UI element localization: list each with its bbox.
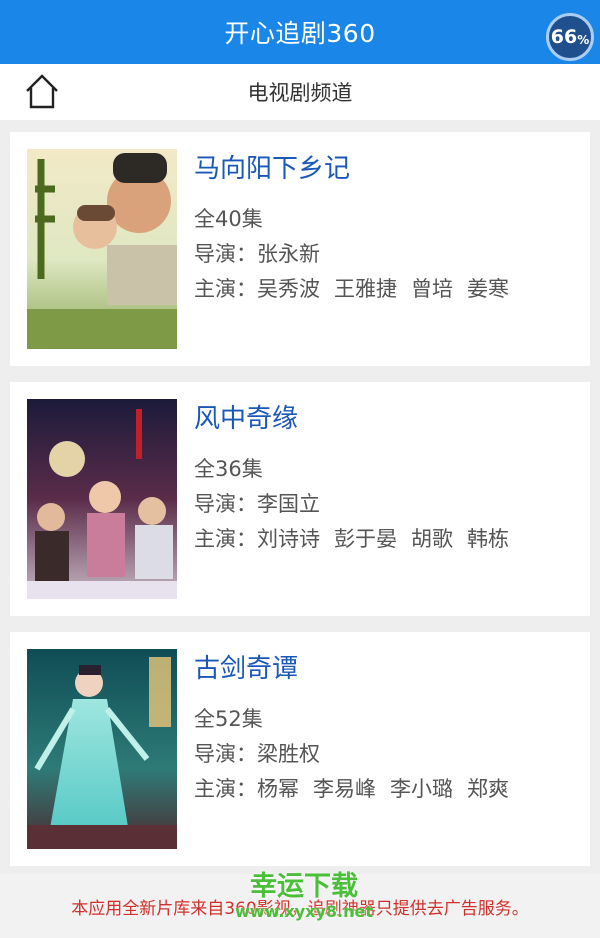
episode-count: 全52集 (194, 707, 263, 731)
show-card[interactable]: 风中奇缘 全36集 导演：李国立 主演：刘诗诗 彭于晏 胡歌 韩栋 (10, 382, 590, 616)
show-title[interactable]: 风中奇缘 (194, 402, 570, 436)
cast-member: 郑爽 (467, 777, 509, 801)
director-line: 导演：梁胜权 (194, 737, 570, 772)
cast-member: 王雅捷 (334, 277, 397, 301)
poster-image (27, 399, 177, 599)
show-title[interactable]: 古剑奇谭 (194, 652, 570, 686)
show-poster[interactable] (27, 399, 177, 599)
cast-member: 刘诗诗 (257, 527, 320, 551)
director-line: 导演：张永新 (194, 237, 570, 272)
cast-line: 主演：吴秀波 王雅捷 曾培 姜寒 (194, 272, 570, 307)
app-header-bar: 开心追剧360 66% (0, 0, 600, 64)
director-name: 梁胜权 (257, 742, 320, 766)
director-name: 张永新 (257, 242, 320, 266)
cast-line: 主演：杨幂 李易峰 李小璐 郑爽 (194, 772, 570, 807)
show-poster[interactable] (27, 649, 177, 849)
show-info: 马向阳下乡记 全40集 导演：张永新 主演：吴秀波 王雅捷 曾培 姜寒 (194, 152, 570, 307)
cast-label: 主演： (194, 777, 257, 801)
poster-image (27, 149, 177, 349)
show-info: 风中奇缘 全36集 导演：李国立 主演：刘诗诗 彭于晏 胡歌 韩栋 (194, 402, 570, 557)
channel-header: 电视剧频道 (0, 64, 600, 120)
show-list: 马向阳下乡记 全40集 导演：张永新 主演：吴秀波 王雅捷 曾培 姜寒 风中奇缘… (10, 132, 590, 882)
show-card[interactable]: 马向阳下乡记 全40集 导演：张永新 主演：吴秀波 王雅捷 曾培 姜寒 (10, 132, 590, 366)
cast-member: 杨幂 (257, 777, 299, 801)
battery-indicator: 66% (546, 13, 594, 61)
cast-member: 韩栋 (467, 527, 509, 551)
footer-disclaimer: 本应用全新片库来自360影视，追剧神器只提供去广告服务。 (71, 898, 529, 919)
cast-label: 主演： (194, 277, 257, 301)
poster-image (27, 649, 177, 849)
episode-count: 全40集 (194, 207, 263, 231)
director-label: 导演： (194, 492, 257, 516)
cast-member: 李易峰 (313, 777, 376, 801)
cast-member: 胡歌 (411, 527, 453, 551)
cast-member: 彭于晏 (334, 527, 397, 551)
director-name: 李国立 (257, 492, 320, 516)
app-title: 开心追剧360 (224, 19, 376, 48)
channel-title: 电视剧频道 (247, 81, 353, 105)
battery-unit: % (577, 32, 590, 47)
home-icon[interactable] (24, 72, 60, 110)
show-poster[interactable] (27, 149, 177, 349)
footer-bar: 本应用全新片库来自360影视，追剧神器只提供去广告服务。 (0, 874, 600, 938)
cast-member: 吴秀波 (257, 277, 320, 301)
cast-member: 曾培 (411, 277, 453, 301)
show-card[interactable]: 古剑奇谭 全52集 导演：梁胜权 主演：杨幂 李易峰 李小璐 郑爽 (10, 632, 590, 866)
episode-count: 全36集 (194, 457, 263, 481)
show-title[interactable]: 马向阳下乡记 (194, 152, 570, 186)
cast-member: 姜寒 (467, 277, 509, 301)
cast-line: 主演：刘诗诗 彭于晏 胡歌 韩栋 (194, 522, 570, 557)
director-label: 导演： (194, 242, 257, 266)
show-info: 古剑奇谭 全52集 导演：梁胜权 主演：杨幂 李易峰 李小璐 郑爽 (194, 652, 570, 807)
cast-member: 李小璐 (390, 777, 453, 801)
cast-label: 主演： (194, 527, 257, 551)
director-line: 导演：李国立 (194, 487, 570, 522)
director-label: 导演： (194, 742, 257, 766)
battery-value: 66 (550, 26, 578, 48)
